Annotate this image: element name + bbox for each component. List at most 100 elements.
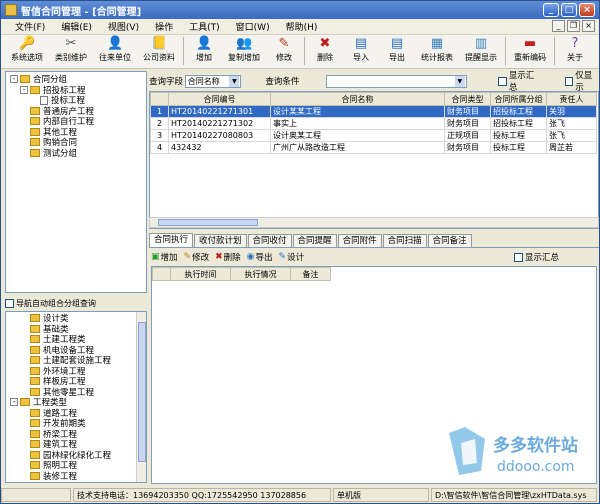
query-field-select[interactable]: 合同名称 ▼	[184, 74, 242, 88]
collapse-icon[interactable]: -	[20, 85, 28, 94]
tab-5[interactable]: 合同扫描	[382, 234, 427, 247]
column-header[interactable]: 合同编号	[168, 92, 271, 106]
mdi-restore-button[interactable]: ❐	[567, 20, 580, 32]
menu-item-6[interactable]: 帮助(H)	[278, 20, 326, 33]
tree-node[interactable]: 购销合同	[10, 137, 146, 148]
edit-icon: ✎	[183, 252, 192, 262]
toolbar-button-11[interactable]: ▥ 提醒显示	[459, 35, 503, 67]
toolbar-button-2[interactable]: 👤 往来单位	[93, 35, 137, 67]
toolbar-button-8[interactable]: ▤ 导入	[343, 35, 379, 67]
menu-item-2[interactable]: 视图(V)	[100, 20, 147, 33]
tree-node[interactable]: - 工程类型	[10, 397, 146, 408]
menu-item-4[interactable]: 工具(T)	[181, 20, 228, 33]
detail-button-2[interactable]: ✖ 删除	[215, 251, 241, 263]
hscroll-thumb[interactable]	[158, 219, 258, 226]
status-cell-blank	[1, 488, 71, 502]
table-cell: 4	[150, 141, 169, 154]
design-icon: ✎	[278, 252, 287, 262]
close-button[interactable]: ×	[579, 3, 595, 17]
maximize-button[interactable]: □	[561, 3, 577, 17]
table-row[interactable]: 4 432432 广州广从路改造工程 财务项目 投标工程 周芷若	[150, 141, 597, 154]
column-header[interactable]: 执行时间	[170, 267, 231, 281]
toolbar-button-12[interactable]: ▬ 重新编码	[508, 35, 552, 67]
tab-3[interactable]: 合同提醒	[292, 234, 337, 247]
tab-1[interactable]: 收付款计划	[194, 234, 247, 247]
tab-4[interactable]: 合同附件	[337, 234, 382, 247]
column-header[interactable]: 合同类型	[444, 92, 491, 106]
tree-node[interactable]: 装修工程	[10, 471, 146, 482]
tree-node[interactable]: 测试分组	[10, 148, 146, 159]
table-row[interactable]: 2 HT20140221271302 事实上 财务项目 招投标工程 张飞	[150, 117, 597, 130]
folder-icon	[30, 450, 40, 459]
nav-auto-group-checkbox[interactable]	[5, 298, 14, 308]
delete-icon: ✖	[215, 252, 223, 262]
folder-icon	[30, 440, 40, 449]
menu-item-0[interactable]: 文件(F)	[7, 20, 53, 33]
column-header[interactable]: 责任人	[546, 92, 597, 106]
toolbar-button-6[interactable]: ✎ 修改	[266, 35, 302, 67]
column-header[interactable]	[152, 267, 171, 281]
query-condition-select[interactable]: ▼	[325, 74, 467, 88]
tab-2[interactable]: 合同收付	[247, 234, 292, 247]
tree-node[interactable]: 照明工程	[10, 460, 146, 471]
tree-node[interactable]: 桥梁工程	[10, 429, 146, 440]
toolbar-button-10[interactable]: ▦ 统计报表	[415, 35, 459, 67]
tree-node[interactable]: 内部自行工程	[10, 116, 146, 127]
toolbar-button-7[interactable]: ✖ 删除	[307, 35, 343, 67]
only-show-checkbox[interactable]	[564, 76, 574, 86]
column-header[interactable]: 执行情况	[230, 267, 291, 281]
tree-node[interactable]: 其他零星工程	[10, 387, 146, 398]
tree-node[interactable]: 开发前期类	[10, 418, 146, 429]
table-cell: 设计奥某工程	[270, 129, 445, 142]
menu-item-5[interactable]: 窗口(W)	[228, 20, 278, 33]
tree-node[interactable]: 园林绿化绿化工程	[10, 450, 146, 461]
toolbar-button-5[interactable]: 👥 复制增加	[222, 35, 266, 67]
document-icon	[40, 95, 48, 105]
table-cell: 投标工程	[490, 129, 547, 142]
collapse-icon[interactable]: -	[10, 398, 18, 407]
tree-node[interactable]: 其他工程	[10, 127, 146, 138]
contract-grid-hscroll[interactable]	[149, 217, 599, 228]
detail-summary-checkbox[interactable]	[513, 252, 523, 262]
tree-node[interactable]: 设计类	[10, 313, 146, 324]
summary-checkbox[interactable]	[498, 76, 507, 86]
table-row[interactable]: 3 HT20140227080803 设计奥某工程 正规项目 投标工程 张飞	[150, 129, 597, 142]
scrollbar-thumb[interactable]	[138, 322, 146, 462]
toolbar-button-4[interactable]: 👤 增加	[186, 35, 222, 67]
detail-summary-toggle[interactable]: 显示汇总	[513, 251, 559, 263]
mdi-minimize-button[interactable]: _	[552, 20, 565, 32]
detail-button-1[interactable]: ✎ 修改	[184, 251, 210, 263]
pencil-icon: ✎	[278, 36, 290, 51]
column-header[interactable]	[150, 92, 169, 106]
user-icon: 👤	[107, 36, 124, 51]
menu-item-1[interactable]: 编辑(E)	[53, 20, 100, 33]
toolbar-button-3[interactable]: 📒 公司资料	[137, 35, 181, 67]
detail-button-0[interactable]: ▣ 增加	[151, 251, 178, 263]
mdi-close-button[interactable]: ×	[582, 20, 595, 32]
folder-icon	[30, 345, 40, 354]
column-header[interactable]: 合同所属分组	[490, 92, 547, 106]
toolbar-button-9[interactable]: ▤ 导出	[379, 35, 415, 67]
only-show-toggle[interactable]: 仅显示	[564, 69, 599, 93]
column-header[interactable]: 合同名称	[270, 92, 445, 106]
folder-icon	[30, 335, 40, 344]
summary-toggle[interactable]: 显示汇总	[498, 69, 540, 93]
category-tree-scrollbar[interactable]	[136, 312, 146, 482]
detail-button-4[interactable]: ✎ 设计	[279, 251, 305, 263]
contract-grid: 合同编号 合同名称 合同类型 合同所属分组 责任人 1 HT20140221271301 设…	[149, 91, 599, 229]
folder-icon	[30, 148, 40, 157]
toolbar-button-13[interactable]: ? 关于	[557, 35, 593, 67]
tab-0[interactable]: 合同执行	[149, 233, 194, 247]
detail-button-3[interactable]: ◉ 导出	[247, 251, 273, 263]
toolbar-button-1[interactable]: ✂ 类别维护	[49, 35, 93, 67]
toolbar-button-0[interactable]: 🔑 系统选项	[5, 35, 49, 67]
key-icon: 🔑	[19, 36, 36, 51]
folder-icon	[20, 398, 30, 407]
minimize-button[interactable]: _	[543, 3, 559, 17]
collapse-icon[interactable]: -	[10, 75, 18, 84]
table-row[interactable]: 1 HT20140221271301 设计某某工程 财务项目 招投标工程 关羽	[150, 105, 597, 118]
recode-icon: ▬	[523, 36, 537, 51]
menu-item-3[interactable]: 操作	[147, 20, 181, 33]
column-header[interactable]: 备注	[290, 267, 331, 281]
tab-6[interactable]: 合同备注	[427, 234, 472, 247]
